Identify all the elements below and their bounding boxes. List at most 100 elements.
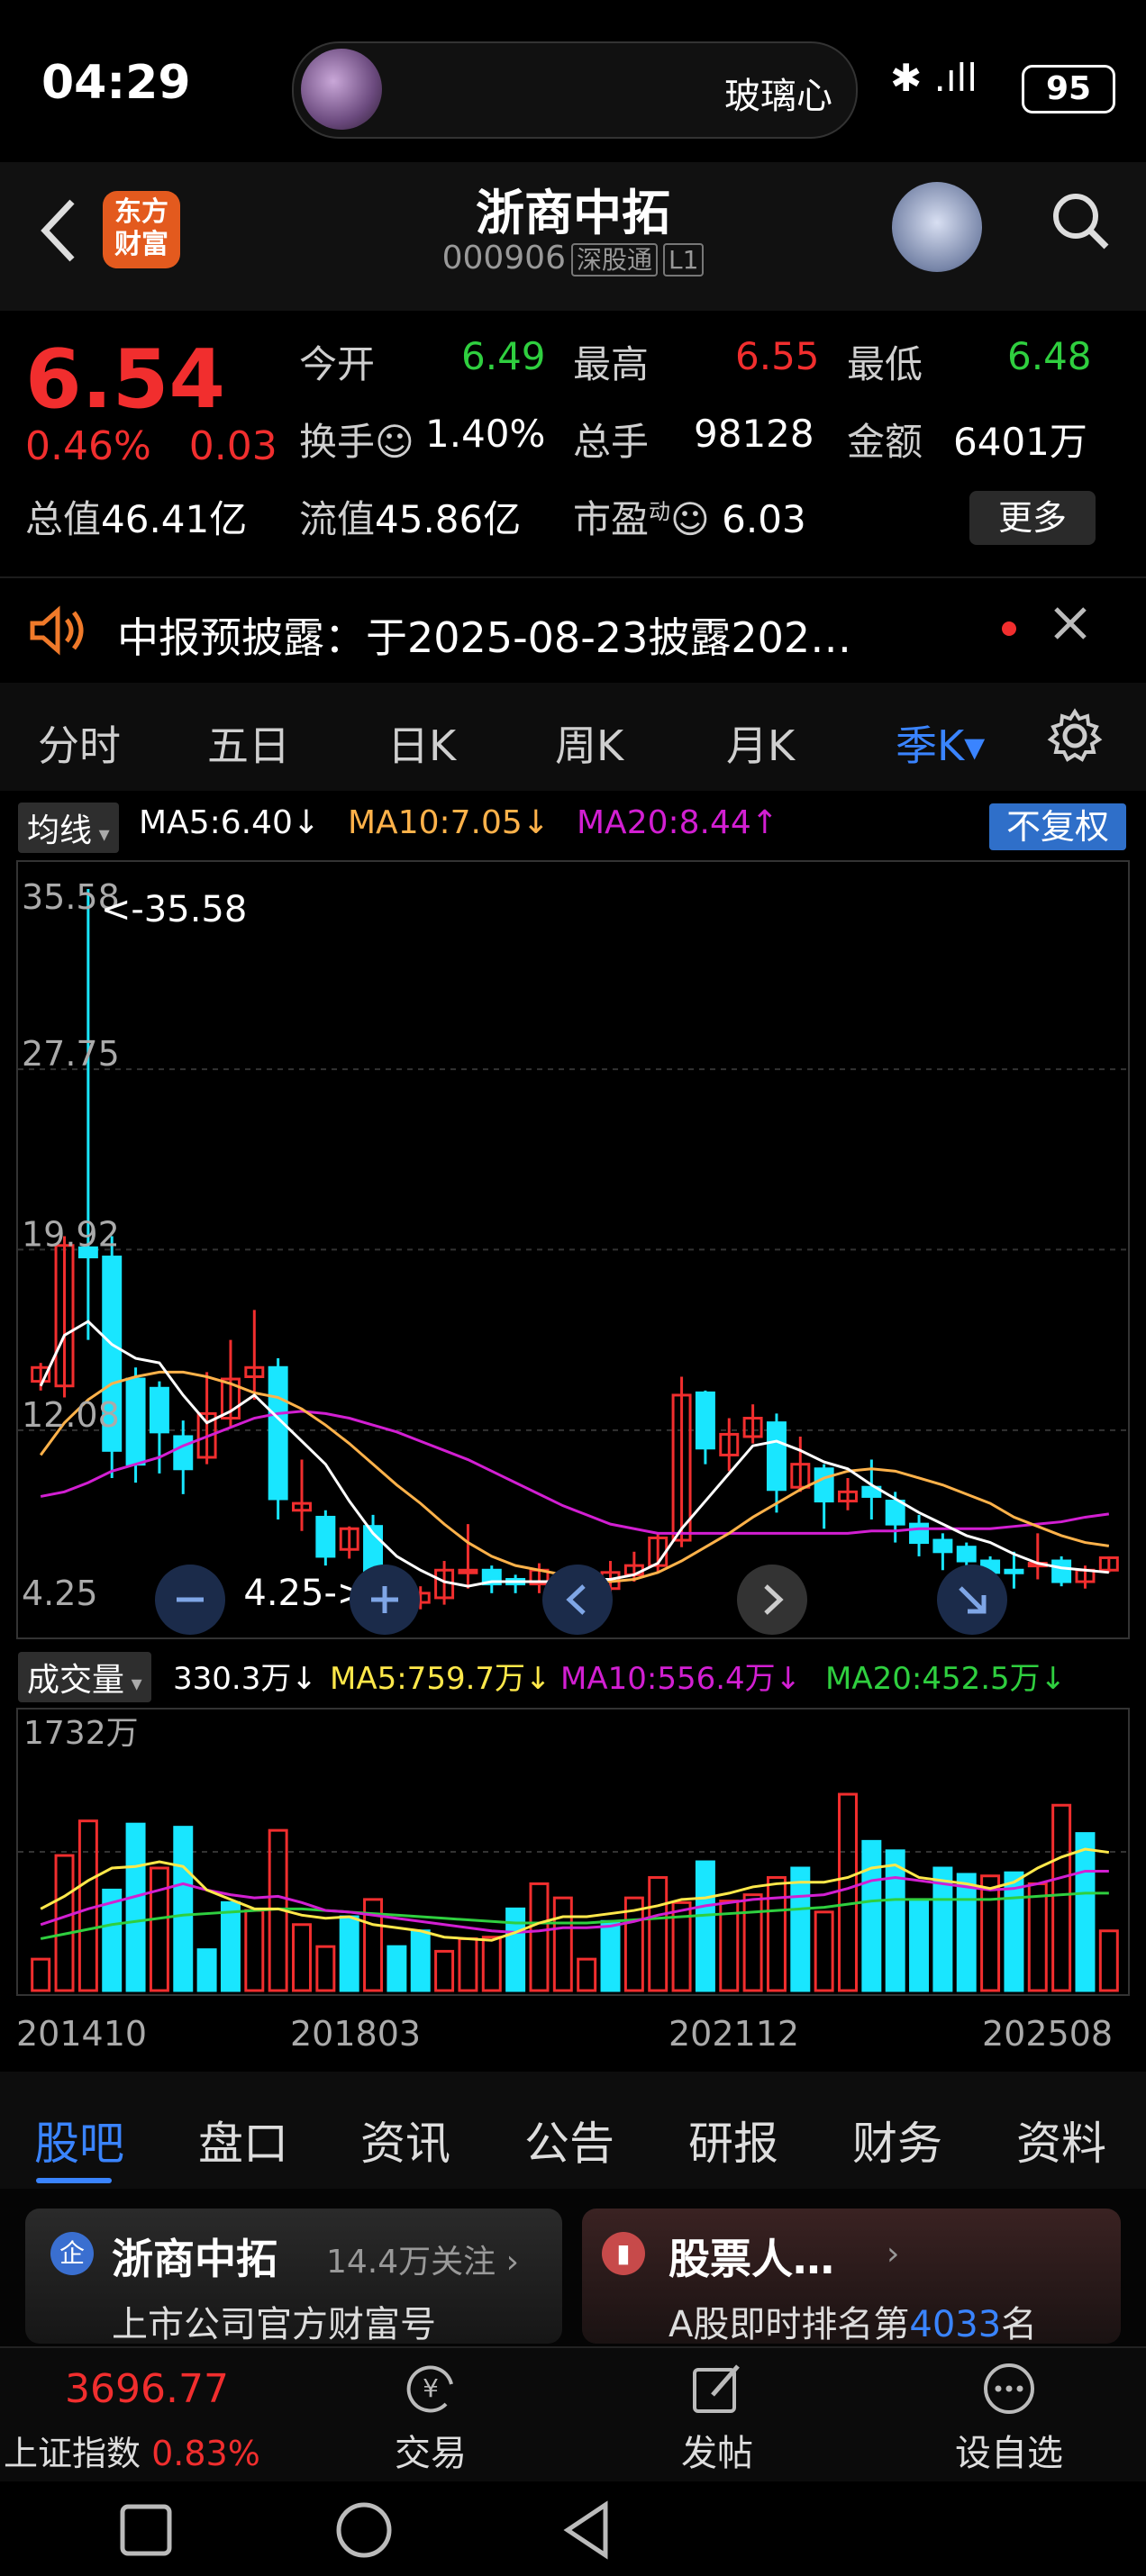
volume-bar xyxy=(814,1910,834,1992)
post-label: 发帖 xyxy=(681,2433,753,2474)
x-tick-1: 201410 xyxy=(16,2014,148,2054)
card-meta: › xyxy=(887,2236,900,2272)
volume-selector[interactable]: 成交量 ▾ xyxy=(18,1652,151,1702)
assistant-robot-icon[interactable] xyxy=(892,182,982,272)
volume-bar xyxy=(505,1907,526,1992)
notice-banner[interactable]: 中报预披露：于2025-08-23披露202… xyxy=(0,576,1146,685)
volume-bar xyxy=(244,1909,265,1992)
volume-bar xyxy=(220,1900,241,1992)
volume-bar xyxy=(387,1945,407,1992)
pe-sup: 动 xyxy=(649,499,671,524)
official-account-card[interactable]: 企 浙商中拓 14.4万关注 › 上市公司官方财富号 xyxy=(25,2209,562,2345)
tab-five-day[interactable]: 五日 xyxy=(207,713,290,773)
kline-labels: 35.5827.7519.9212.084.25<-35.584.25-> xyxy=(22,877,367,1614)
min-price-label: 4.25-> xyxy=(243,1573,367,1614)
index-value[interactable]: 3696.77 xyxy=(65,2366,229,2412)
tab-news[interactable]: 资讯 xyxy=(360,2108,450,2172)
tab-finance[interactable]: 财务 xyxy=(852,2108,942,2172)
candle-body xyxy=(458,1568,478,1574)
pe-label: 市盈 xyxy=(573,497,650,541)
tab-guba[interactable]: 股吧 xyxy=(34,2108,124,2172)
turnover-stat: 换手☺ xyxy=(299,412,414,467)
add-watchlist-button[interactable]: 设自选 xyxy=(946,2357,1072,2476)
tab-order-book[interactable]: 盘口 xyxy=(198,2108,288,2172)
ma-selector[interactable]: 均线 ▾ xyxy=(18,803,119,853)
more-button[interactable]: 更多 xyxy=(969,491,1096,545)
gear-icon xyxy=(1047,708,1103,762)
volume-bar xyxy=(77,1819,98,1992)
y-tick-label: 27.75 xyxy=(22,1034,120,1074)
chart-settings-button[interactable] xyxy=(1045,706,1105,766)
home-button[interactable] xyxy=(333,2499,395,2561)
tab-monthly-k[interactable]: 月K xyxy=(726,713,795,773)
close-icon xyxy=(1054,607,1087,639)
recent-apps-button[interactable] xyxy=(117,2501,175,2559)
more-circle-icon xyxy=(984,2363,1034,2414)
volume-bar xyxy=(410,1929,431,1992)
ma5-value: MA5:6.40↓ xyxy=(139,804,321,841)
max-price-label: <-35.58 xyxy=(101,889,247,930)
rank-number: 4033 xyxy=(909,2304,1002,2345)
zoom-in-button[interactable] xyxy=(350,1565,420,1635)
edit-icon xyxy=(693,2364,740,2413)
tab-weekly-k[interactable]: 周K xyxy=(555,713,623,773)
volume-label: 总手 xyxy=(573,420,650,464)
volume-bar xyxy=(956,1873,977,1992)
search-button[interactable] xyxy=(1049,189,1112,252)
candle-body xyxy=(695,1391,715,1450)
tab-profile[interactable]: 资料 xyxy=(1016,2108,1106,2172)
volume-bar xyxy=(766,1875,787,1992)
ma10-value: MA10:7.05↓ xyxy=(348,804,550,841)
volume-bar xyxy=(1027,1882,1048,1992)
scroll-right-button[interactable] xyxy=(737,1565,807,1635)
volume-bar xyxy=(31,1957,51,1992)
volume-bar xyxy=(838,1792,858,1992)
volume-bar xyxy=(529,1882,550,1992)
system-nav-bar xyxy=(0,2481,1146,2576)
island-text: 玻璃心 xyxy=(724,76,832,117)
info-icon[interactable]: ☺ xyxy=(670,497,710,541)
current-price: 6.54 xyxy=(25,332,226,427)
volume-bar xyxy=(932,1866,953,1992)
notice-text: 中报预披露：于2025-08-23披露202… xyxy=(117,613,852,662)
volume-bar xyxy=(790,1866,811,1992)
card-title: 股票人… xyxy=(668,2235,834,2283)
candle-body xyxy=(268,1365,288,1501)
info-icon[interactable]: ☺ xyxy=(375,420,414,464)
volume-bar xyxy=(861,1839,882,1992)
card-meta: 14.4万关注 › xyxy=(326,2244,519,2281)
dynamic-island[interactable]: 玻璃心 xyxy=(292,41,858,139)
price-change: 0.46% 0.03 xyxy=(25,423,277,469)
quote-panel: 6.54 0.46% 0.03 今开 6.49 最高 6.55 最低 6.48 … xyxy=(0,311,1146,572)
high-label: 最高 xyxy=(573,342,650,386)
ranking-card[interactable]: ▮ 股票人… › A股即时排名第4033名 xyxy=(582,2209,1121,2345)
reset-view-button[interactable] xyxy=(937,1565,1007,1635)
volume-bar xyxy=(909,1900,930,1992)
zoom-out-button[interactable] xyxy=(155,1565,225,1635)
back-nav-button[interactable] xyxy=(559,2499,616,2561)
volume-current: 330.3万↓ xyxy=(173,1661,317,1697)
vol-ma5: MA5:759.7万↓ xyxy=(330,1661,551,1697)
low-label: 最低 xyxy=(847,342,923,386)
index-name[interactable]: 上证指数 0.83% xyxy=(4,2426,260,2475)
total-cap-label: 总值 xyxy=(25,497,102,541)
kline-chart[interactable]: 35.58 27.75 19.92 12.08 4.25 <-35.58 4.25-> xyxy=(16,860,1130,1639)
close-button[interactable] xyxy=(1045,598,1096,661)
post-button[interactable]: 发帖 xyxy=(663,2357,771,2476)
scroll-left-button[interactable] xyxy=(542,1565,613,1635)
tab-quarterly-k[interactable]: 季K▾ xyxy=(896,713,985,773)
volume-chart[interactable]: 1732万 xyxy=(16,1708,1130,1996)
chevron-right-icon xyxy=(764,1584,784,1615)
volume-bar xyxy=(458,1937,478,1992)
tab-announcements[interactable]: 公告 xyxy=(524,2108,614,2172)
volume-svg: 1732万 xyxy=(18,1715,1128,1992)
card-subtitle: 上市公司官方财富号 xyxy=(112,2304,436,2345)
tab-intraday[interactable]: 分时 xyxy=(38,713,121,773)
pe-value: 6.03 xyxy=(722,497,806,541)
tab-research[interactable]: 研报 xyxy=(688,2108,778,2172)
trade-button[interactable]: ¥ 交易 xyxy=(377,2357,485,2476)
volume-bar xyxy=(885,1849,905,1992)
adjust-button[interactable]: 不复权 xyxy=(989,803,1126,850)
tab-daily-k[interactable]: 日K xyxy=(387,713,456,773)
volume-labels: 1732万 xyxy=(23,1715,139,1752)
